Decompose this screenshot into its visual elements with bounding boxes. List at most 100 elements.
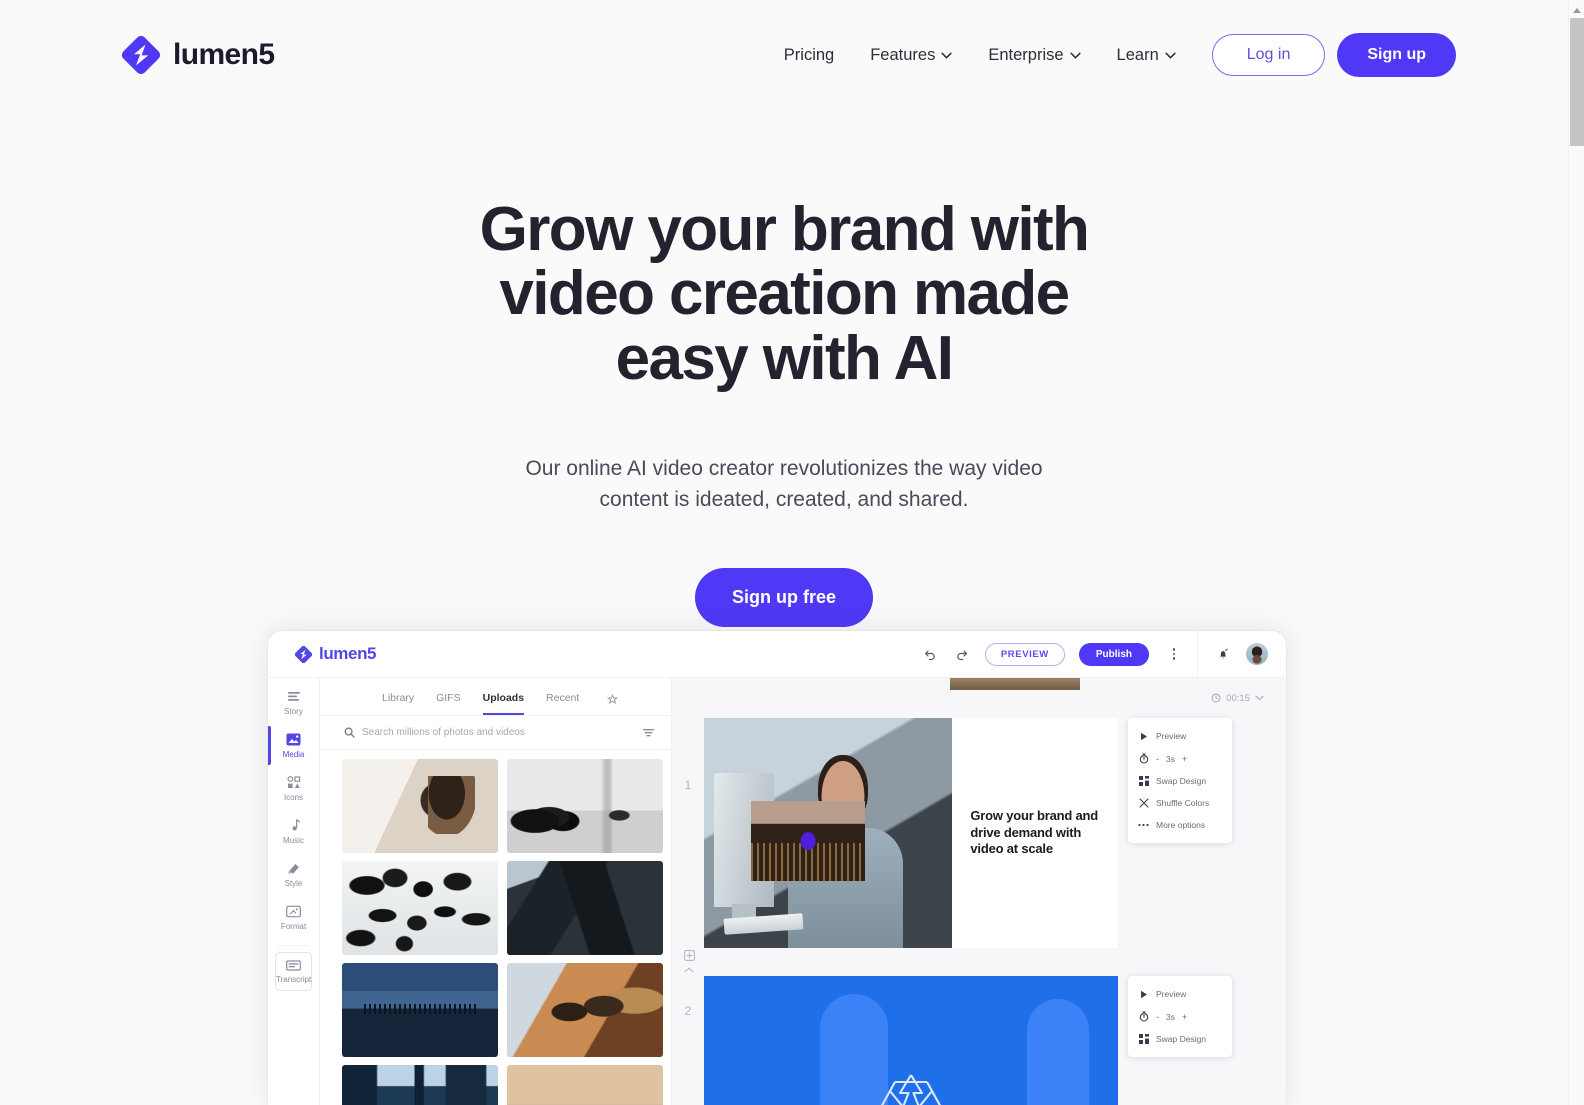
toolbar-divider: [1197, 631, 1198, 678]
search-icon: [344, 727, 355, 738]
music-note-icon: [292, 819, 300, 831]
filter-sliders-icon[interactable]: [642, 727, 655, 738]
tab-uploads[interactable]: Uploads: [482, 692, 525, 716]
lumen5-diamond-logo-icon: [121, 35, 161, 75]
chevron-down-icon: [1069, 52, 1081, 58]
media-search-bar[interactable]: Search millions of photos and videos: [320, 716, 671, 751]
sidebar-item-icons[interactable]: Icons: [268, 767, 319, 810]
nav-item-enterprise[interactable]: Enterprise: [970, 36, 1098, 75]
chevron-up-icon[interactable]: [682, 965, 696, 975]
notification-bell-icon[interactable]: [1214, 645, 1232, 663]
menu-item-swap-design[interactable]: Swap Design: [1128, 770, 1232, 792]
menu-item-duration[interactable]: - 3s +: [1128, 1005, 1232, 1028]
duration-increase-button[interactable]: +: [1180, 1012, 1189, 1022]
sidebar-item-label: Media: [282, 750, 305, 759]
log-in-button[interactable]: Log in: [1211, 34, 1326, 76]
scroll-up-arrow-icon[interactable]: [1569, 3, 1584, 17]
list-item[interactable]: [507, 1065, 663, 1105]
tab-library[interactable]: Library: [382, 692, 414, 715]
scrollbar-thumb[interactable]: [1570, 18, 1584, 146]
list-item[interactable]: [507, 759, 663, 854]
stopwatch-icon: [1138, 753, 1149, 764]
redo-arrow-icon[interactable]: [953, 645, 971, 663]
nav-item-label: Learn: [1116, 45, 1159, 64]
site-header: lumen5 Pricing Features Enterprise Learn: [0, 0, 1568, 110]
sign-up-button[interactable]: Sign up: [1337, 33, 1456, 77]
sidebar-item-music[interactable]: Music: [268, 810, 319, 853]
chevron-down-icon[interactable]: [1255, 695, 1264, 701]
scene-row: 2 Preview - 3s + Swap Design: [672, 976, 1286, 1105]
brand-name: lumen5: [173, 38, 275, 71]
menu-item-label: Swap Design: [1156, 776, 1207, 786]
duration-decrease-button[interactable]: -: [1154, 1012, 1161, 1022]
menu-item-label: More options: [1156, 820, 1206, 830]
sidebar-item-style[interactable]: Style: [268, 853, 319, 896]
list-item[interactable]: [342, 759, 498, 854]
sidebar-item-label: Transcript: [276, 975, 312, 984]
list-item[interactable]: [342, 963, 498, 1058]
mockup-brand-logo[interactable]: lumen5: [294, 644, 377, 664]
sidebar-item-format[interactable]: Format: [268, 896, 319, 939]
scene-canvas-1[interactable]: Grow your brand and drive demand with vi…: [704, 718, 1118, 948]
shuffle-scissors-icon: [1138, 798, 1149, 808]
scene-number: 1: [684, 778, 692, 792]
icons-grid-icon: [287, 776, 300, 788]
nav-item-pricing[interactable]: Pricing: [766, 36, 852, 75]
search-input[interactable]: Search millions of photos and videos: [362, 727, 635, 738]
nav-item-learn[interactable]: Learn: [1099, 36, 1194, 75]
story-lines-icon: [287, 692, 300, 701]
editor-sidebar: Story Media Icons Music Style Format Tra…: [268, 678, 320, 1105]
list-item[interactable]: [342, 861, 498, 956]
page-title: Grow your brand with video creation made…: [479, 195, 1090, 393]
add-scene-icon[interactable]: [682, 950, 696, 963]
nav-item-label: Enterprise: [988, 45, 1064, 64]
clock-icon: [1211, 693, 1221, 703]
duration-decrease-button[interactable]: -: [1154, 754, 1161, 764]
media-image-icon: [286, 733, 301, 746]
duration-value: 00:15: [1226, 692, 1250, 704]
brand-logo[interactable]: lumen5: [120, 34, 275, 76]
decorative-shape: [1026, 999, 1089, 1105]
sidebar-item-label: Style: [284, 879, 303, 888]
scene-number: 2: [684, 1004, 692, 1018]
list-item[interactable]: [342, 1065, 498, 1105]
scene-context-menu-2: Preview - 3s + Swap Design: [1128, 976, 1232, 1057]
list-item[interactable]: [507, 861, 663, 956]
tab-recent[interactable]: Recent: [546, 692, 579, 715]
undo-arrow-icon[interactable]: [921, 645, 939, 663]
publish-button[interactable]: Publish: [1078, 642, 1149, 666]
duration-value: 3s: [1166, 1011, 1175, 1022]
format-frame-icon: [286, 905, 301, 918]
menu-item-swap-design[interactable]: Swap Design: [1128, 1028, 1232, 1050]
stopwatch-icon: [1138, 1011, 1149, 1022]
inset-cityscape-image: [751, 800, 866, 882]
sidebar-item-label: Story: [284, 707, 303, 716]
menu-item-preview[interactable]: Preview: [1128, 983, 1232, 1005]
sidebar-item-media[interactable]: Media: [268, 724, 319, 767]
menu-item-shuffle-colors[interactable]: Shuffle Colors: [1128, 792, 1232, 814]
preview-button[interactable]: PREVIEW: [984, 642, 1065, 666]
menu-item-more-options[interactable]: More options: [1128, 814, 1232, 836]
nav-item-features[interactable]: Features: [852, 36, 970, 75]
scene-canvas-2[interactable]: [704, 976, 1118, 1105]
kebab-menu-icon[interactable]: [1167, 648, 1181, 660]
sidebar-item-story[interactable]: Story: [268, 682, 319, 724]
menu-item-preview[interactable]: Preview: [1128, 725, 1232, 747]
chevron-down-icon: [1165, 52, 1176, 58]
tab-gifs[interactable]: GIFS: [436, 692, 461, 715]
list-item[interactable]: [507, 963, 663, 1058]
swap-grid-icon: [1138, 1034, 1149, 1044]
ellipsis-icon: [1138, 823, 1149, 827]
sidebar-item-label: Music: [283, 836, 304, 845]
star-outline-icon[interactable]: [607, 694, 619, 715]
scene-photo: [704, 718, 953, 948]
nav-item-label: Features: [870, 45, 936, 64]
mockup-body: Story Media Icons Music Style Format Tra…: [268, 678, 1286, 1105]
user-avatar[interactable]: [1246, 643, 1268, 665]
menu-item-duration[interactable]: - 3s +: [1128, 747, 1232, 770]
hero-sign-up-free-button[interactable]: Sign up free: [694, 568, 873, 628]
sidebar-item-transcript[interactable]: Transcript: [275, 952, 312, 991]
duration-increase-button[interactable]: +: [1180, 754, 1189, 764]
browser-scrollbar[interactable]: [1568, 0, 1584, 1105]
menu-item-label: Preview: [1156, 989, 1187, 999]
